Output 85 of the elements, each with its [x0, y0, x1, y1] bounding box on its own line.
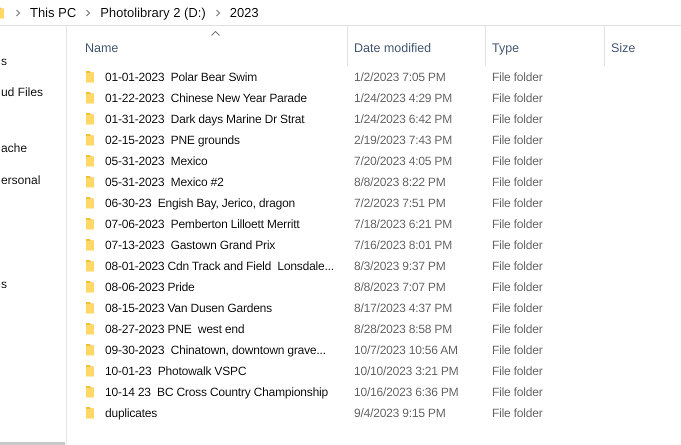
folder-icon	[85, 364, 95, 377]
file-name[interactable]: 08-01-2023 Cdn Track and Field Lonsdale...	[105, 258, 334, 272]
column-header[interactable]: Name	[83, 26, 347, 66]
folder-icon	[85, 133, 95, 146]
file-type: File folder	[492, 322, 542, 336]
file-name[interactable]: 01-01-2023 Polar Bear Swim	[105, 70, 258, 84]
sidebar-item[interactable]: s	[0, 274, 66, 294]
folder-icon	[85, 280, 95, 293]
date-modified: 10/7/2023 10:56 AM	[354, 342, 458, 356]
chevron-icon[interactable]	[214, 8, 221, 16]
date-modified: 8/8/2023 8:22 PM	[354, 174, 446, 188]
file-name[interactable]: 08-27-2023 PNE west end	[105, 322, 244, 336]
date-modified: 8/8/2023 7:07 PM	[354, 280, 446, 294]
file-name[interactable]: 07-06-2023 Pemberton Lilloett Merritt	[105, 216, 300, 230]
file-type: File folder	[492, 196, 542, 210]
file-type: File folder	[492, 112, 542, 126]
file-name[interactable]: 05-31-2023 Mexico #2	[105, 174, 224, 188]
date-modified: 8/17/2023 4:37 PM	[354, 300, 452, 314]
file-name[interactable]: 08-06-2023 Pride	[105, 280, 195, 294]
file-name[interactable]: 01-22-2023 Chinese New Year Parade	[105, 90, 307, 104]
folder-icon	[85, 154, 95, 167]
file-name[interactable]: 02-15-2023 PNE grounds	[105, 132, 240, 146]
folder-icon	[85, 91, 95, 104]
column-header[interactable]: Date modified	[347, 26, 485, 66]
column-header[interactable]: Type	[485, 26, 604, 66]
file-type: File folder	[492, 406, 542, 420]
folder-icon	[85, 301, 95, 314]
date-modified: 7/16/2023 8:01 PM	[354, 238, 452, 252]
file-type: File folder	[492, 280, 542, 294]
file-type: File folder	[492, 384, 542, 398]
file-type: File folder	[492, 342, 542, 356]
file-name[interactable]: 01-31-2023 Dark days Marine Dr Strat	[105, 112, 304, 126]
chevron-icon[interactable]	[15, 8, 21, 16]
file-type: File folder	[492, 258, 542, 272]
date-modified: 7/18/2023 6:21 PM	[354, 216, 452, 230]
folder-icon	[85, 259, 95, 272]
date-modified: 10/16/2023 6:36 PM	[354, 384, 458, 398]
file-name[interactable]: 10-14 23 BC Cross Country Championship	[105, 384, 328, 398]
chevron-icon[interactable]	[85, 8, 92, 16]
folder-icon	[85, 217, 95, 230]
file-type: File folder	[492, 174, 542, 188]
file-name[interactable]: 07-13-2023 Gastown Grand Prix	[105, 238, 276, 252]
folder-icon	[85, 112, 95, 125]
file-name[interactable]: 08-15-2023 Van Dusen Gardens	[105, 300, 272, 314]
file-type: File folder	[492, 132, 542, 146]
scrollbar[interactable]	[0, 442, 65, 445]
file-type: File folder	[492, 238, 542, 252]
file-type: File folder	[492, 364, 542, 378]
file-type: File folder	[492, 154, 542, 168]
file-type: File folder	[492, 70, 542, 84]
date-modified: 8/3/2023 9:37 PM	[354, 258, 446, 272]
file-name[interactable]: 10-01-23 Photowalk VSPC	[105, 364, 246, 378]
sidebar-item[interactable]: ersonal	[0, 170, 66, 190]
date-modified: 10/10/2023 3:21 PM	[354, 364, 458, 378]
file-name[interactable]: 05-31-2023 Mexico	[105, 154, 208, 168]
folder-icon	[85, 196, 95, 209]
date-modified: 7/2/2023 7:51 PM	[354, 196, 446, 210]
date-modified: 8/28/2023 8:58 PM	[354, 322, 452, 336]
date-modified: 1/2/2023 7:05 PM	[354, 70, 446, 84]
folder-icon	[85, 343, 95, 356]
folder-icon	[85, 406, 95, 419]
file-name[interactable]: 09-30-2023 Chinatown, downtown grave...	[105, 342, 326, 356]
folder-icon	[85, 175, 95, 188]
date-modified: 2/19/2023 7:43 PM	[354, 132, 452, 146]
breadcrumb-item[interactable]: Photolibrary 2 (D:)	[100, 5, 206, 20]
file-type: File folder	[492, 90, 542, 104]
file-name[interactable]: duplicates	[105, 406, 158, 420]
sidebar-item[interactable]: ud Files	[0, 82, 66, 102]
file-type: File folder	[492, 216, 542, 230]
folder-icon	[85, 322, 95, 335]
folder-icon	[85, 70, 95, 83]
breadcrumb-item[interactable]: 2023	[230, 5, 259, 20]
sort-caret-icon	[211, 31, 220, 36]
file-name[interactable]: 06-30-23 Engish Bay, Jerico, dragon	[105, 196, 296, 210]
breadcrumb-item[interactable]: This PC	[30, 5, 76, 20]
date-modified: 9/4/2023 9:15 PM	[354, 406, 446, 420]
column-header[interactable]: Size	[604, 26, 671, 66]
folder-icon	[85, 385, 95, 398]
date-modified: 1/24/2023 6:42 PM	[354, 112, 452, 126]
date-modified: 1/24/2023 4:29 PM	[354, 90, 452, 104]
date-modified: 7/20/2023 4:05 PM	[354, 154, 452, 168]
sidebar-item[interactable]: ache	[0, 138, 66, 158]
file-type: File folder	[492, 300, 542, 314]
folder-icon	[85, 238, 95, 251]
sidebar-item[interactable]: s	[0, 51, 66, 71]
